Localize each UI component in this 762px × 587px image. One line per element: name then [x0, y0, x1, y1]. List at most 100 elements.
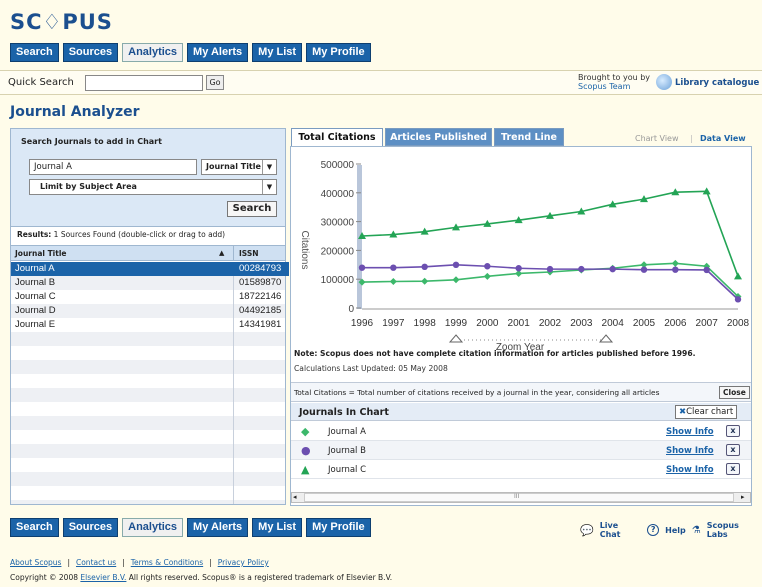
journal-search-input[interactable]: Journal A [29, 159, 197, 175]
x-tick-label: 1997 [382, 318, 405, 329]
contact-us-link[interactable]: Contact us [76, 558, 116, 567]
privacy-policy-link[interactable]: Privacy Policy [218, 558, 269, 567]
x-tick-label: 1996 [351, 318, 374, 329]
chart-journal-row: ◆ Journal A Show Info x [291, 422, 751, 441]
zoom-slider[interactable] [448, 334, 614, 343]
field-select[interactable]: Journal Title ▼ [201, 159, 277, 175]
x-tick-label: 2004 [602, 318, 625, 329]
library-catalogue-link[interactable]: Library catalogue [675, 78, 759, 88]
nav-my-alerts[interactable]: My Alerts [187, 43, 249, 62]
nav-my-profile[interactable]: My Profile [306, 43, 371, 62]
globe-icon [656, 74, 672, 90]
brought-by-text: Brought to you by [578, 73, 651, 82]
nav-my-list[interactable]: My List [252, 43, 303, 62]
x-tick-label: 2003 [570, 318, 593, 329]
chart-view-link[interactable]: Chart View [635, 134, 679, 143]
table-row[interactable]: Journal E 14341981 [11, 318, 289, 332]
row-issn: 18722146 [239, 291, 282, 302]
results-label: Results: [17, 230, 52, 239]
horizontal-scrollbar[interactable]: ◂ III ▸ [291, 492, 751, 503]
nav-search[interactable]: Search [10, 43, 59, 62]
nav-my-profile[interactable]: My Profile [306, 518, 371, 537]
terms-link[interactable]: Terms & Conditions [131, 558, 203, 567]
remove-journal-button[interactable]: x [726, 425, 740, 437]
table-row[interactable]: Journal D 04492185 [11, 304, 289, 318]
data-view-link[interactable]: Data View [700, 134, 746, 143]
live-chat-link[interactable]: Live Chat [600, 521, 642, 539]
scroll-right-icon[interactable]: ▸ [741, 493, 745, 501]
data-point [484, 263, 491, 270]
tab-trend-line[interactable]: Trend Line [494, 128, 564, 146]
about-scopus-link[interactable]: About Scopus [10, 558, 61, 567]
remove-journal-button[interactable]: x [726, 463, 740, 475]
data-point [452, 261, 460, 268]
nav-analytics[interactable]: Analytics [122, 518, 184, 537]
sort-up-icon[interactable]: ▲ [219, 249, 224, 257]
remove-journal-button[interactable]: x [726, 444, 740, 456]
labs-icon: ⚗ [691, 524, 701, 536]
x-tick-label: 2002 [539, 318, 562, 329]
row-title: Journal E [15, 319, 56, 330]
main-nav: Search Sources Analytics My Alerts My Li… [10, 43, 371, 62]
nav-sources[interactable]: Sources [62, 518, 119, 537]
nav-my-alerts[interactable]: My Alerts [187, 518, 249, 537]
data-point [390, 264, 397, 271]
nav-my-list[interactable]: My List [252, 518, 303, 537]
table-row[interactable]: Journal C 18722146 [11, 290, 289, 304]
row-issn: 00284793 [239, 263, 282, 274]
row-title: Journal D [15, 305, 56, 316]
chevron-down-icon: ▼ [262, 180, 276, 194]
show-info-link[interactable]: Show Info [666, 446, 714, 456]
chart-panel: Total Citations Articles Published Trend… [290, 128, 752, 506]
clear-chart-button[interactable]: ✖Clear chart [675, 405, 738, 419]
zoom-handle-right[interactable] [598, 334, 614, 343]
separator: | [209, 558, 212, 567]
nav-search[interactable]: Search [10, 518, 59, 537]
close-button[interactable]: Close [719, 386, 750, 399]
brought-by: Brought to you by Scopus Team [578, 73, 650, 91]
journals-in-chart-title: Journals In Chart [299, 407, 389, 418]
table-row[interactable]: Journal A 00284793 [11, 262, 289, 276]
scopus-team-link[interactable]: Scopus Team [578, 82, 650, 91]
y-axis-label: Citations [299, 231, 310, 270]
go-button[interactable]: Go [206, 75, 224, 90]
data-point [703, 266, 710, 274]
chart-journal-row: ▲ Journal C Show Info x [291, 460, 751, 479]
nav-sources[interactable]: Sources [62, 43, 119, 62]
col-issn[interactable]: ISSN [239, 249, 259, 258]
x-tick-label: 2006 [664, 318, 687, 329]
y-tick-label: 100000 [321, 275, 355, 286]
data-point [671, 259, 679, 267]
quick-search-bar: Quick Search Go Brought to you by Scopus… [0, 70, 762, 95]
show-info-link[interactable]: Show Info [666, 465, 714, 475]
data-point [358, 264, 366, 271]
scroll-left-icon[interactable]: ◂ [293, 493, 297, 501]
col-journal-title[interactable]: Journal Title [15, 249, 67, 258]
show-info-link[interactable]: Show Info [666, 427, 714, 437]
view-separator: | [690, 134, 693, 143]
tab-total-citations[interactable]: Total Citations [291, 128, 383, 146]
help-link[interactable]: Help [665, 526, 686, 535]
search-heading: Search Journals to add in Chart [21, 137, 162, 146]
quick-search-input[interactable] [85, 75, 203, 91]
zoom-handle-left[interactable] [448, 334, 464, 343]
y-tick-label: 400000 [321, 189, 355, 200]
circle-marker-icon: ● [301, 444, 311, 457]
calculation-date: Calculations Last Updated: 05 May 2008 [294, 364, 448, 373]
subject-area-select[interactable]: Limit by Subject Area ▼ [29, 179, 277, 195]
scopus-labs-link[interactable]: Scopus Labs [707, 521, 762, 539]
triangle-marker-icon: ▲ [301, 463, 310, 476]
results-table-header: Journal Title ▲ ISSN [11, 245, 285, 261]
journals-in-chart-header: Journals In Chart ✖Clear chart [291, 403, 751, 421]
tab-articles-published[interactable]: Articles Published [385, 128, 492, 146]
chart-journal-name: Journal A [328, 427, 366, 437]
x-tick-label: 2000 [476, 318, 499, 329]
series-group [358, 187, 742, 303]
elsevier-link[interactable]: Elsevier B.V. [80, 573, 126, 582]
field-select-value: Journal Title [206, 162, 261, 171]
data-point [515, 265, 522, 272]
nav-analytics[interactable]: Analytics [122, 43, 184, 62]
search-button[interactable]: Search [227, 201, 277, 217]
data-point [578, 265, 585, 273]
table-row[interactable]: Journal B 01589870 [11, 276, 289, 290]
